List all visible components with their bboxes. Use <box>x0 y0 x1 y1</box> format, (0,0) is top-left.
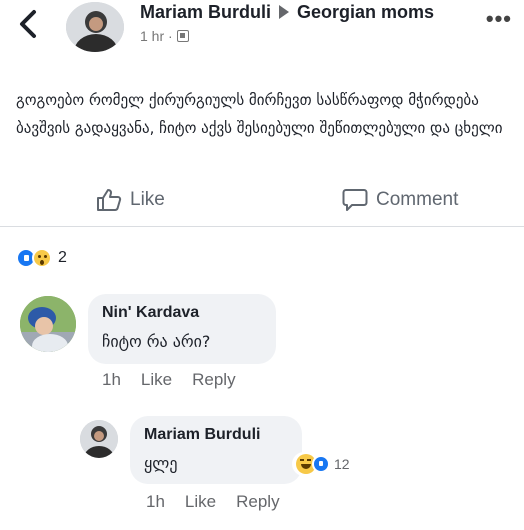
group-privacy-icon <box>176 30 189 42</box>
reply-meta: 1h Like Reply <box>146 492 280 512</box>
reply-reply-button[interactable]: Reply <box>236 492 279 512</box>
comment-author[interactable]: Nin' Kardava <box>102 304 199 322</box>
arrow-right-icon <box>279 5 290 20</box>
back-button[interactable] <box>14 6 44 42</box>
reaction-count: 2 <box>58 249 67 266</box>
reply-author[interactable]: Mariam Burduli <box>144 426 260 444</box>
author-name[interactable]: Mariam Burduli <box>140 2 271 22</box>
comment-icon <box>342 189 368 211</box>
more-options-button[interactable]: ••• <box>486 6 512 32</box>
reply-reactions[interactable]: 12 <box>292 452 354 476</box>
thumbs-up-icon <box>97 189 122 211</box>
chevron-left-icon <box>20 10 36 38</box>
comment-label: Comment <box>376 189 459 210</box>
reply-author-photo <box>80 420 118 458</box>
comment-meta: 1h Like Reply <box>102 370 236 390</box>
comment-text: ჩიტო რა არი? <box>102 332 211 351</box>
reply-like-button[interactable]: Like <box>185 492 216 512</box>
post-reactions-summary[interactable]: 2 <box>16 248 67 268</box>
wow-reaction-icon <box>32 248 52 268</box>
post-actions-bar: Like Comment <box>0 182 524 222</box>
reply-author-avatar[interactable] <box>80 420 118 458</box>
reply-time[interactable]: 1h <box>146 492 165 512</box>
actions-divider <box>0 226 524 227</box>
comment-like-button[interactable]: Like <box>141 370 172 390</box>
comment-reply-button[interactable]: Reply <box>192 370 235 390</box>
reply-bubble: Mariam Burduli ყლე <box>130 416 302 484</box>
commenter-avatar[interactable] <box>20 296 76 352</box>
profile-photo <box>66 2 124 52</box>
like-reaction-icon <box>312 455 330 473</box>
comment-bubble: Nin' Kardava ჩიტო რა არი? <box>88 294 276 364</box>
post-body: გოგოებო რომელ ქირურგიულს მირჩევთ სასწრაფ… <box>16 91 503 137</box>
more-options-icon: ••• <box>485 6 512 31</box>
post-header: Mariam Burduli Georgian moms 1 hr · ••• <box>0 0 524 58</box>
group-name[interactable]: Georgian moms <box>297 2 434 22</box>
post-timestamp: 1 hr · <box>140 28 189 44</box>
like-label: Like <box>130 189 165 210</box>
comment-time[interactable]: 1h <box>102 370 121 390</box>
post-time-text[interactable]: 1 hr · <box>140 28 173 44</box>
post-author-line: Mariam Burduli Georgian moms <box>140 1 434 23</box>
reply-text: ყლე <box>144 454 178 473</box>
author-avatar[interactable] <box>66 2 124 52</box>
like-button[interactable]: Like <box>96 188 165 212</box>
commenter-photo <box>20 296 76 352</box>
comment-button[interactable]: Comment <box>342 188 458 212</box>
reply-reaction-count: 12 <box>334 456 350 472</box>
